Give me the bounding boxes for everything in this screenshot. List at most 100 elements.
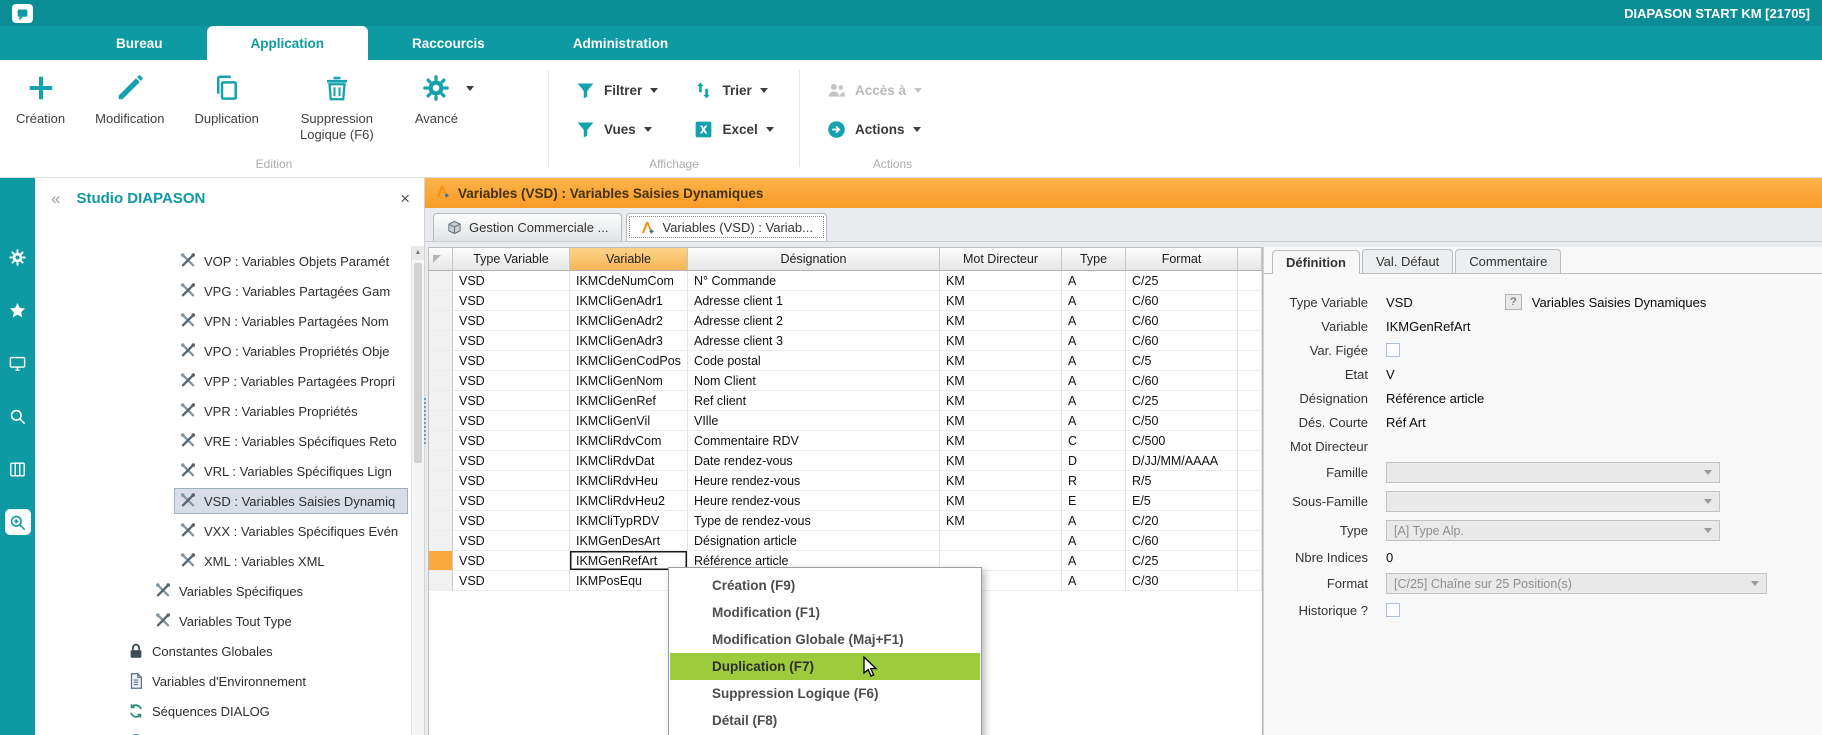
tree-item[interactable]: VRL : Variables Spécifiques Lign — [35, 456, 410, 486]
detail-tab[interactable]: Commentaire — [1455, 249, 1561, 273]
creation-button[interactable]: Création — [16, 72, 65, 127]
column-header-format[interactable]: Format — [1126, 248, 1238, 271]
cell-type-variable[interactable]: VSD — [453, 571, 570, 591]
modification-button[interactable]: Modification — [95, 72, 164, 127]
detail-tab[interactable]: Définition — [1272, 250, 1360, 274]
excel-button[interactable]: Excel — [693, 119, 775, 140]
tree-item[interactable]: VPR : Variables Propriétés — [35, 396, 410, 426]
row-gutter-cell[interactable] — [429, 411, 453, 431]
cell-designation[interactable]: Heure rendez-vous — [688, 491, 940, 511]
cell-mot-directeur[interactable]: KM — [940, 291, 1062, 311]
cell-type-variable[interactable]: VSD — [453, 511, 570, 531]
scrollbar-thumb[interactable] — [414, 263, 422, 463]
tree-item[interactable]: Variables d'Environnement — [35, 666, 410, 696]
cell-format[interactable]: R/5 — [1126, 471, 1238, 491]
doc-tab[interactable]: Gestion Commerciale ... — [433, 213, 622, 241]
rail-tool-button[interactable] — [5, 403, 31, 429]
var-figee-checkbox[interactable] — [1386, 343, 1400, 357]
menu-tab[interactable]: Raccourcis — [368, 26, 529, 60]
row-gutter-cell[interactable] — [429, 291, 453, 311]
cell-format[interactable]: C/50 — [1126, 411, 1238, 431]
tree-item[interactable]: VSD : Variables Saisies Dynamiq — [35, 486, 410, 516]
tree-item[interactable]: XML : Variables XML — [35, 546, 410, 576]
cell-variable[interactable]: IKMCdeNumCom — [570, 271, 688, 291]
cell-format[interactable]: E/5 — [1126, 491, 1238, 511]
cell-variable[interactable]: IKMCliRdvHeu — [570, 471, 688, 491]
cell-mot-directeur[interactable]: KM — [940, 371, 1062, 391]
tree-scrollbar[interactable]: ▲ — [411, 246, 424, 735]
tree-item[interactable]: VPG : Variables Partagées Gam — [35, 276, 410, 306]
tree-item[interactable]: VRE : Variables Spécifiques Reto — [35, 426, 410, 456]
format-select[interactable]: [C/25] Chaîne sur 25 Position(s) — [1386, 573, 1767, 594]
row-gutter-cell[interactable] — [429, 271, 453, 291]
vues-button[interactable]: Vues — [575, 119, 659, 140]
cell-variable[interactable]: IKMCliRdvCom — [570, 431, 688, 451]
tree-item[interactable]: VPO : Variables Propriétés Obje — [35, 336, 410, 366]
cell-type-variable[interactable]: VSD — [453, 551, 570, 571]
cell-type-variable[interactable]: VSD — [453, 391, 570, 411]
cell-type[interactable]: A — [1062, 351, 1126, 371]
context-menu-item[interactable]: Création (F9) — [670, 572, 980, 599]
rail-tool-button[interactable] — [5, 350, 31, 376]
context-menu-item[interactable]: Modification Globale (Maj+F1) — [670, 626, 980, 653]
cell-variable[interactable]: IKMCliGenAdr3 — [570, 331, 688, 351]
menu-tab[interactable]: Bureau — [72, 26, 207, 60]
cell-designation[interactable]: Date rendez-vous — [688, 451, 940, 471]
tree-item[interactable]: Listes de Valeurs — [35, 726, 410, 735]
row-gutter-cell[interactable] — [429, 431, 453, 451]
cell-variable[interactable]: IKMGenDesArt — [570, 531, 688, 551]
trier-button[interactable]: Trier — [693, 80, 775, 101]
cell-format[interactable]: C/25 — [1126, 551, 1238, 571]
cell-format[interactable]: C/5 — [1126, 351, 1238, 371]
cell-type[interactable]: A — [1062, 511, 1126, 531]
cell-type[interactable]: A — [1062, 371, 1126, 391]
cell-designation[interactable]: VIlle — [688, 411, 940, 431]
scroll-up-arrow[interactable]: ▲ — [412, 246, 424, 260]
suppression-logique-button[interactable]: Suppression Logique (F6) — [289, 72, 385, 144]
cell-designation[interactable]: Adresse client 3 — [688, 331, 940, 351]
cell-format[interactable]: C/25 — [1126, 271, 1238, 291]
cell-type[interactable]: A — [1062, 571, 1126, 591]
context-menu-item[interactable]: Détail (F8) — [670, 707, 980, 734]
tree-item[interactable]: VOP : Variables Objets Paramét — [35, 246, 410, 276]
row-gutter-cell[interactable] — [429, 451, 453, 471]
cell-mot-directeur[interactable]: KM — [940, 431, 1062, 451]
cell-type-variable[interactable]: VSD — [453, 291, 570, 311]
row-gutter-cell[interactable] — [429, 471, 453, 491]
cell-mot-directeur[interactable]: KM — [940, 411, 1062, 431]
avance-button[interactable]: Avancé — [415, 72, 458, 127]
rail-tool-button[interactable] — [5, 244, 31, 270]
doc-tab[interactable]: Variables (VSD) : Variab... — [626, 213, 827, 241]
cell-designation[interactable]: Heure rendez-vous — [688, 471, 940, 491]
cell-type[interactable]: A — [1062, 391, 1126, 411]
column-header-type-variable[interactable]: Type Variable — [453, 248, 570, 271]
close-panel-button[interactable]: × — [400, 190, 410, 207]
column-header-type[interactable]: Type — [1062, 248, 1126, 271]
cell-variable[interactable]: IKMCliTypRDV — [570, 511, 688, 531]
row-gutter-cell[interactable] — [429, 511, 453, 531]
cell-format[interactable]: C/30 — [1126, 571, 1238, 591]
cell-type[interactable]: E — [1062, 491, 1126, 511]
cell-type[interactable]: R — [1062, 471, 1126, 491]
menu-tab[interactable]: Administration — [529, 26, 712, 60]
row-gutter-cell[interactable] — [429, 391, 453, 411]
cell-mot-directeur[interactable]: KM — [940, 391, 1062, 411]
cell-designation[interactable]: Ref client — [688, 391, 940, 411]
sous-famille-select[interactable] — [1386, 491, 1720, 512]
detail-tab[interactable]: Val. Défaut — [1362, 249, 1453, 273]
cell-designation[interactable]: Code postal — [688, 351, 940, 371]
row-gutter-cell[interactable] — [429, 571, 453, 591]
cell-type-variable[interactable]: VSD — [453, 271, 570, 291]
row-gutter-cell[interactable] — [429, 491, 453, 511]
tree-item[interactable]: Variables Spécifiques — [35, 576, 410, 606]
cell-designation[interactable]: Commentaire RDV — [688, 431, 940, 451]
actions-button[interactable]: Actions — [826, 119, 959, 140]
cell-type[interactable]: A — [1062, 291, 1126, 311]
cell-variable[interactable]: IKMCliGenAdr1 — [570, 291, 688, 311]
column-header-mot-directeur[interactable]: Mot Directeur — [940, 248, 1062, 271]
cell-format[interactable]: C/60 — [1126, 331, 1238, 351]
cell-variable[interactable]: IKMCliGenCodPos — [570, 351, 688, 371]
cell-designation[interactable]: N° Commande — [688, 271, 940, 291]
column-header-variable[interactable]: Variable — [570, 248, 688, 271]
cell-variable[interactable]: IKMCliGenRef — [570, 391, 688, 411]
